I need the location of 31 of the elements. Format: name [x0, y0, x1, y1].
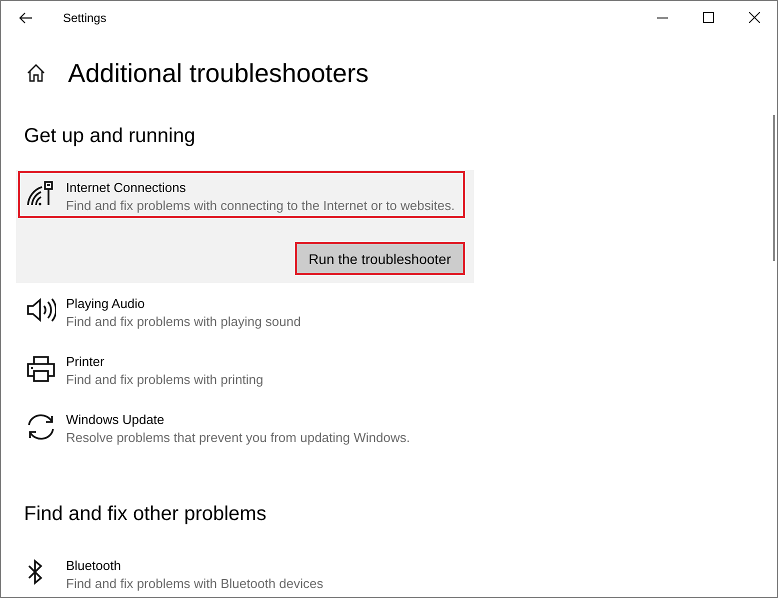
troubleshooter-item[interactable]: Windows Update Resolve problems that prevent you from updating Windows.: [16, 399, 474, 457]
back-arrow-icon[interactable]: [18, 12, 32, 24]
bluetooth-icon: [26, 559, 44, 585]
page-title: Additional troubleshooters: [68, 57, 369, 90]
sync-icon: [26, 413, 56, 441]
window-title: Settings: [63, 10, 108, 24]
item-title: Internet Connections: [66, 179, 187, 197]
item-description: Find and fix problems with printing: [66, 371, 264, 389]
item-description: Resolve problems that prevent you from updating Windows.: [66, 429, 411, 447]
item-description: Find and fix problems with Bluetooth devices: [66, 575, 324, 593]
troubleshooter-item[interactable]: Printer Find and fix problems with printing: [16, 341, 474, 399]
speaker-icon: [26, 297, 56, 323]
item-title: Bluetooth: [66, 557, 122, 575]
close-icon[interactable]: [748, 12, 760, 23]
troubleshooter-item[interactable]: Bluetooth Find and fix problems with Bluetooth devices: [16, 545, 474, 597]
item-title: Playing Audio: [66, 295, 146, 313]
expanded-item-card[interactable]: Internet Connections Find and fix problems with connecting to the Internet or to websites. Run the troubleshooter: [16, 170, 474, 283]
item-title: Windows Update: [66, 411, 166, 429]
printer-icon: [26, 355, 56, 383]
minimize-icon[interactable]: [656, 16, 668, 18]
item-description: Find and fix problems with playing sound: [66, 313, 302, 331]
scrollbar[interactable]: [773, 115, 775, 261]
section-heading: Find and fix other problems: [24, 502, 268, 527]
run-troubleshooter-button[interactable]: Run the troubleshooter: [294, 242, 465, 275]
maximize-icon[interactable]: [702, 12, 714, 23]
troubleshooter-item[interactable]: Playing Audio Find and fix problems with playing sound: [16, 283, 474, 341]
item-description: Find and fix problems with connecting to the Internet or to websites.: [66, 197, 456, 215]
item-title: Printer: [66, 353, 106, 371]
home-icon[interactable]: [27, 64, 45, 82]
section-heading: Get up and running: [24, 124, 196, 149]
wifi-plug-icon: [26, 181, 54, 207]
